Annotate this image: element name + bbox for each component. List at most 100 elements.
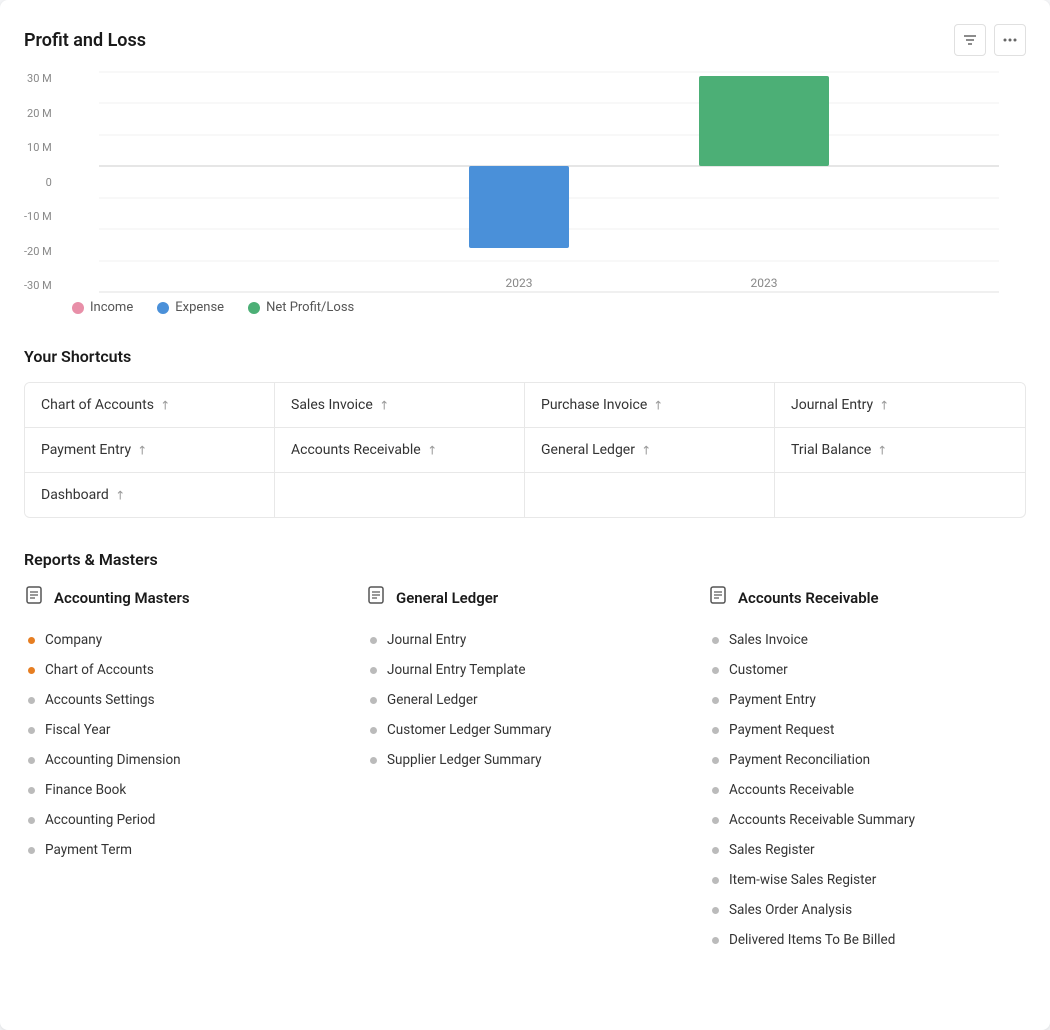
list-item-customer[interactable]: Customer: [708, 656, 1026, 684]
bullet-jet: [370, 667, 377, 674]
item-label: Accounts Receivable: [729, 782, 854, 798]
shortcut-label: Accounts Receivable: [291, 442, 421, 458]
svg-text:2023: 2023: [506, 276, 533, 290]
shortcut-label: Payment Entry: [41, 442, 131, 458]
shortcut-payment-entry[interactable]: Payment Entry ↗: [25, 428, 275, 473]
bullet-gl: [370, 697, 377, 704]
shortcut-chart-of-accounts[interactable]: Chart of Accounts ↗: [25, 383, 275, 428]
list-item-payment-reconciliation[interactable]: Payment Reconciliation: [708, 746, 1026, 774]
shortcuts-section: Your Shortcuts Chart of Accounts ↗ Sales…: [24, 347, 1026, 518]
general-ledger-list: Journal Entry Journal Entry Template Gen…: [366, 626, 684, 774]
list-item-supplier-ledger-summary[interactable]: Supplier Ledger Summary: [366, 746, 684, 774]
y-label-20m: 20 M: [24, 107, 58, 120]
accounting-masters-icon: [24, 585, 44, 610]
legend-income: Income: [72, 300, 133, 315]
list-item-payment-term[interactable]: Payment Term: [24, 836, 342, 864]
item-label: General Ledger: [387, 692, 478, 708]
shortcut-general-ledger[interactable]: General Ledger ↗: [525, 428, 775, 473]
item-label: Item-wise Sales Register: [729, 872, 876, 888]
legend-net-profit-loss: Net Profit/Loss: [248, 300, 354, 315]
accounts-receivable-column: Accounts Receivable Sales Invoice Custom…: [708, 585, 1026, 954]
filter-button[interactable]: [954, 24, 986, 56]
chart-actions: [954, 24, 1026, 56]
bullet-prec: [712, 757, 719, 764]
filter-icon: [962, 32, 978, 48]
list-item-sales-invoice-ar[interactable]: Sales Invoice: [708, 626, 1026, 654]
item-label: Sales Register: [729, 842, 815, 858]
list-item-company[interactable]: Company: [24, 626, 342, 654]
y-label-30m: 30 M: [24, 72, 58, 85]
list-item-customer-ledger-summary[interactable]: Customer Ledger Summary: [366, 716, 684, 744]
bullet-sls: [370, 757, 377, 764]
bullet-di: [712, 937, 719, 944]
item-label: Fiscal Year: [45, 722, 111, 738]
shortcut-dashboard[interactable]: Dashboard ↗: [25, 473, 275, 517]
item-label: Journal Entry: [387, 632, 466, 648]
expense-label: Expense: [175, 300, 224, 315]
shortcut-sales-invoice[interactable]: Sales Invoice ↗: [275, 383, 525, 428]
general-ledger-icon: [366, 585, 386, 610]
chart-area: 30 M 20 M 10 M 0 -10 M -20 M -30 M: [72, 72, 1026, 292]
chart-legend: Income Expense Net Profit/Loss: [72, 300, 1026, 315]
list-item-finance-book[interactable]: Finance Book: [24, 776, 342, 804]
y-axis: 30 M 20 M 10 M 0 -10 M -20 M -30 M: [24, 72, 58, 292]
accounting-masters-header: Accounting Masters: [24, 585, 342, 610]
shortcuts-grid: Chart of Accounts ↗ Sales Invoice ↗ Purc…: [24, 382, 1026, 518]
list-item-chart-of-accounts[interactable]: Chart of Accounts: [24, 656, 342, 684]
item-label: Payment Entry: [729, 692, 816, 708]
list-item-accounts-receivable-ar[interactable]: Accounts Receivable: [708, 776, 1026, 804]
bullet-dimension: [28, 757, 35, 764]
list-item-accounts-receivable-summary[interactable]: Accounts Receivable Summary: [708, 806, 1026, 834]
list-item-sales-order-analysis[interactable]: Sales Order Analysis: [708, 896, 1026, 924]
list-item-item-wise-sales-register[interactable]: Item-wise Sales Register: [708, 866, 1026, 894]
shortcut-arrow-icon: ↗: [156, 396, 173, 413]
bullet-pr: [712, 727, 719, 734]
accounts-receivable-icon: [708, 585, 728, 610]
bullet-settings: [28, 697, 35, 704]
list-item-accounting-period[interactable]: Accounting Period: [24, 806, 342, 834]
list-item-accounts-settings[interactable]: Accounts Settings: [24, 686, 342, 714]
chart-header: Profit and Loss: [24, 24, 1026, 56]
shortcut-purchase-invoice[interactable]: Purchase Invoice ↗: [525, 383, 775, 428]
list-item-sales-register[interactable]: Sales Register: [708, 836, 1026, 864]
shortcut-trial-balance[interactable]: Trial Balance ↗: [775, 428, 1025, 473]
bullet-fiscal: [28, 727, 35, 734]
list-item-journal-entry-template[interactable]: Journal Entry Template: [366, 656, 684, 684]
bullet-soa: [712, 907, 719, 914]
bullet-customer: [712, 667, 719, 674]
shortcut-journal-entry[interactable]: Journal Entry ↗: [775, 383, 1025, 428]
item-label: Supplier Ledger Summary: [387, 752, 542, 768]
item-label: Journal Entry Template: [387, 662, 526, 678]
reports-masters-section: Reports & Masters Accounting Masters: [24, 550, 1026, 954]
net-profit-label: Net Profit/Loss: [266, 300, 354, 315]
accounts-receivable-title: Accounts Receivable: [738, 589, 879, 607]
shortcut-placeholder-1: [275, 473, 525, 517]
list-item-fiscal-year[interactable]: Fiscal Year: [24, 716, 342, 744]
shortcuts-title: Your Shortcuts: [24, 347, 1026, 366]
shortcut-accounts-receivable[interactable]: Accounts Receivable ↗: [275, 428, 525, 473]
reports-grid: Accounting Masters Company Chart of Acco…: [24, 585, 1026, 954]
list-item-payment-entry-ar[interactable]: Payment Entry: [708, 686, 1026, 714]
list-item-journal-entry[interactable]: Journal Entry: [366, 626, 684, 654]
general-ledger-title: General Ledger: [396, 589, 498, 607]
accounts-receivable-list: Sales Invoice Customer Payment Entry Pay…: [708, 626, 1026, 954]
expense-dot: [157, 302, 169, 314]
bullet-payment-term: [28, 847, 35, 854]
list-item-accounting-dimension[interactable]: Accounting Dimension: [24, 746, 342, 774]
shortcut-label: Sales Invoice: [291, 397, 373, 413]
item-label: Sales Invoice: [729, 632, 808, 648]
shortcut-label: Purchase Invoice: [541, 397, 647, 413]
list-item-general-ledger[interactable]: General Ledger: [366, 686, 684, 714]
more-options-button[interactable]: [994, 24, 1026, 56]
net-profit-dot: [248, 302, 260, 314]
chart-svg: 2023 2023: [72, 72, 1026, 292]
shortcut-arrow-icon: ↗: [637, 441, 654, 458]
list-item-delivered-items[interactable]: Delivered Items To Be Billed: [708, 926, 1026, 954]
page-container: Profit and Loss: [0, 0, 1050, 1030]
list-item-payment-request[interactable]: Payment Request: [708, 716, 1026, 744]
income-label: Income: [90, 300, 133, 315]
bullet-ar: [712, 787, 719, 794]
svg-text:2023: 2023: [751, 276, 778, 290]
bullet-coa: [28, 667, 35, 674]
income-dot: [72, 302, 84, 314]
